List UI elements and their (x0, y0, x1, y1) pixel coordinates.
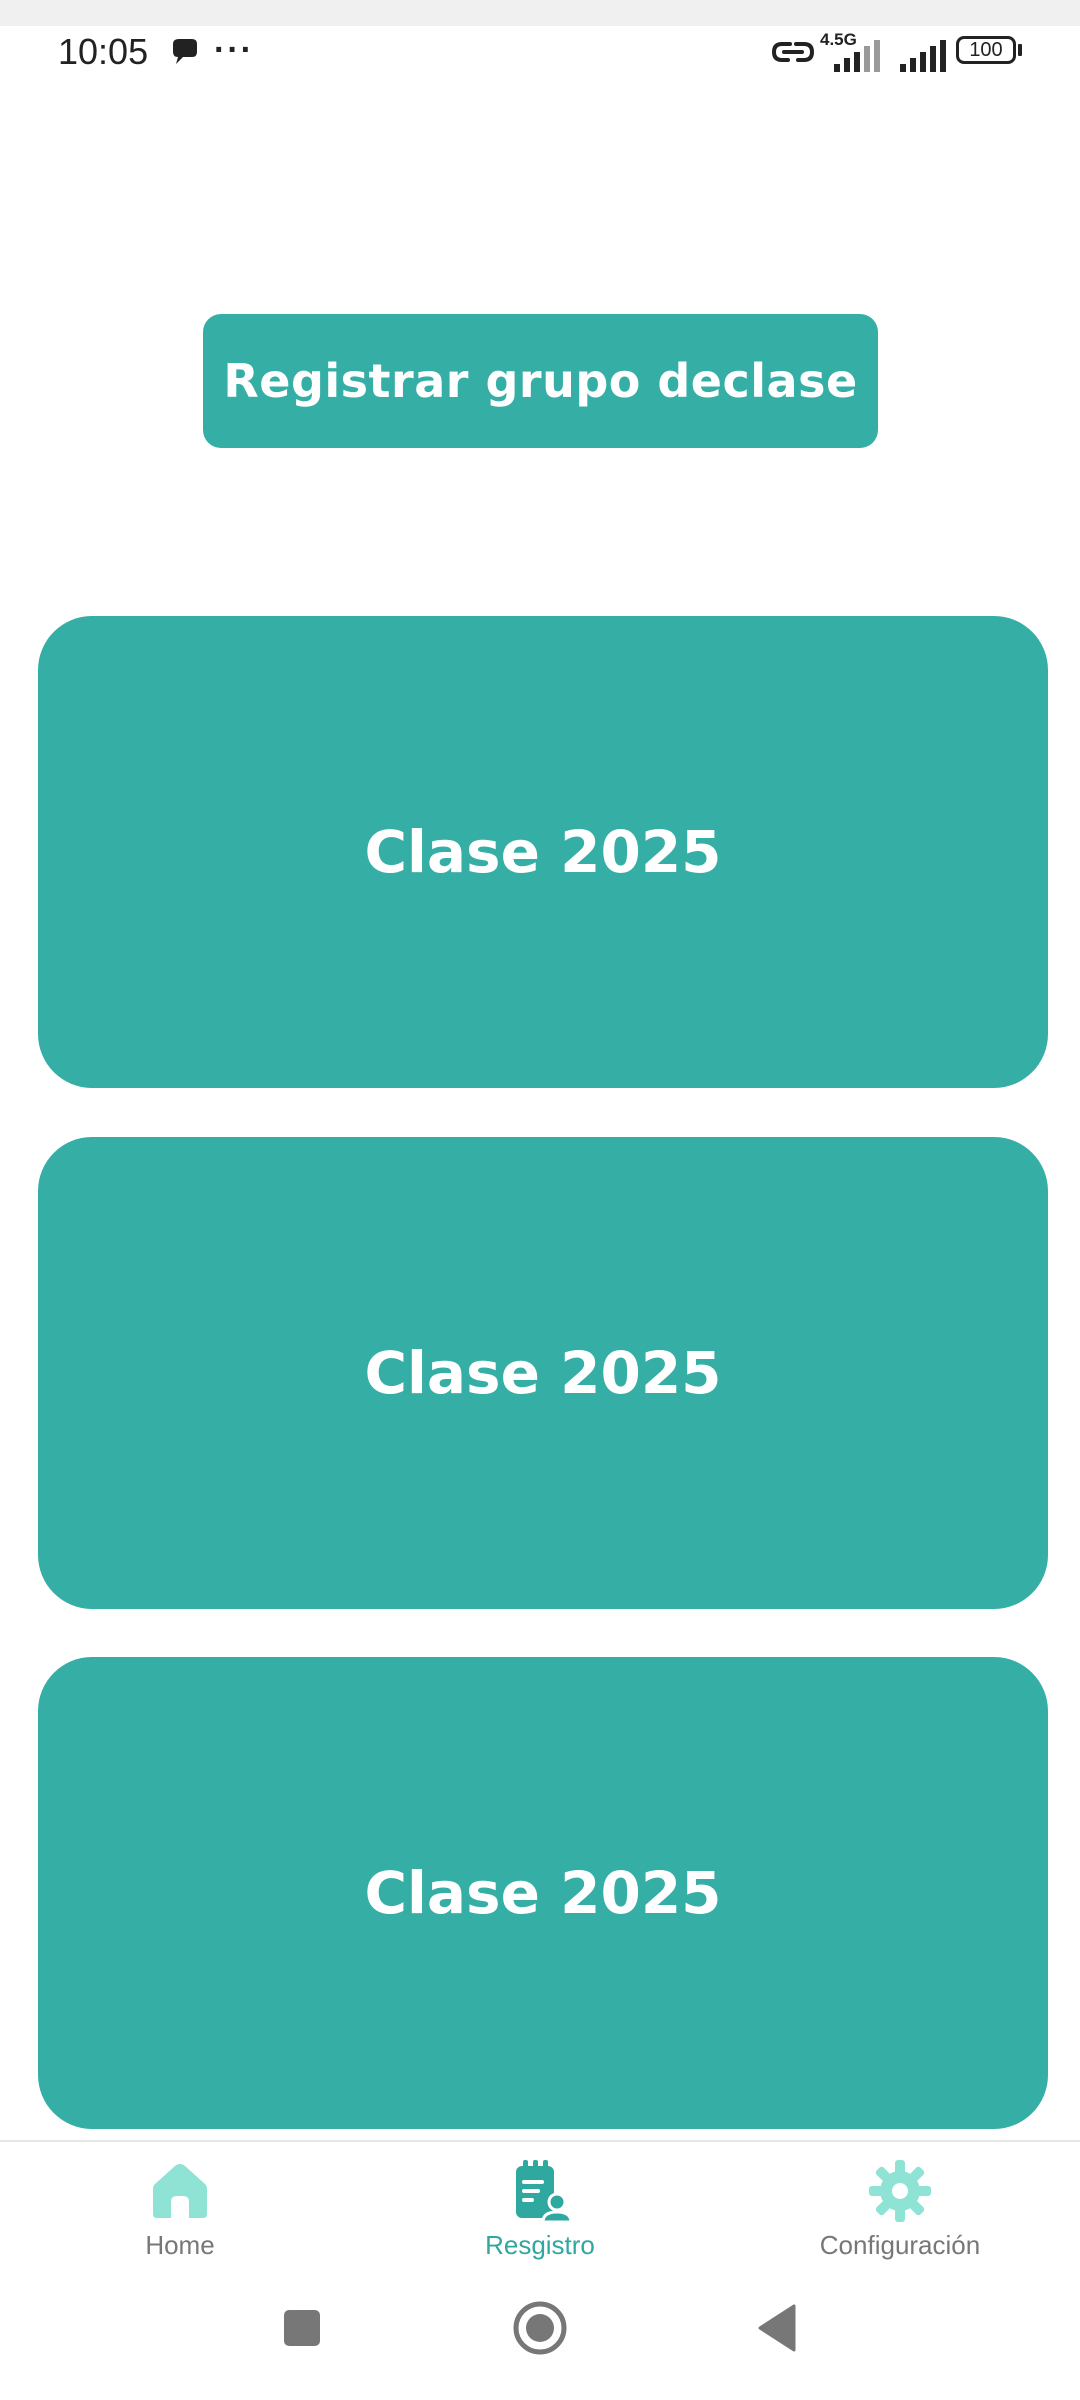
class-card[interactable]: Clase 2025 (38, 1137, 1048, 1609)
more-notifications-icon: ··· (214, 31, 254, 69)
signal-strength-icon (834, 40, 880, 72)
system-navigation-bar (0, 2270, 1080, 2400)
back-icon[interactable] (748, 2298, 808, 2358)
recent-apps-icon[interactable] (272, 2298, 332, 2358)
home-button-icon[interactable] (510, 2298, 570, 2358)
link-icon (771, 42, 815, 62)
nav-item-registro[interactable]: Resgistro (410, 2156, 670, 2266)
signal-strength-icon (900, 40, 946, 72)
nav-item-home[interactable]: Home (50, 2156, 310, 2266)
battery-indicator: 100 (956, 36, 1016, 64)
nav-label-registro: Resgistro (485, 2230, 595, 2260)
chat-icon (173, 39, 197, 64)
status-time: 10:05 (58, 31, 149, 72)
app-screen: 10:05 ··· 4.5G 100 Registrar grupo decla… (0, 0, 1080, 2400)
battery-tip (1018, 44, 1022, 56)
nav-label-home: Home (145, 2230, 215, 2260)
nav-label-configuracion: Configuración (819, 2230, 981, 2260)
class-card-label: Clase 2025 (364, 1339, 722, 1407)
class-card-label: Clase 2025 (364, 818, 722, 886)
gear-icon (869, 2160, 931, 2222)
bottom-navigation: Home Resgistro Configuración (0, 2140, 1080, 2272)
home-icon (153, 2164, 207, 2218)
register-class-group-button[interactable]: Registrar grupo declase (203, 314, 878, 448)
top-strip (0, 0, 1080, 26)
class-card[interactable]: Clase 2025 (38, 616, 1048, 1088)
nav-item-configuracion[interactable]: Configuración (770, 2156, 1030, 2266)
class-card-label: Clase 2025 (364, 1859, 722, 1927)
register-icon (516, 2160, 573, 2224)
status-bar: 10:05 ··· 4.5G 100 (0, 26, 1080, 78)
class-card[interactable]: Clase 2025 (38, 1657, 1048, 2129)
